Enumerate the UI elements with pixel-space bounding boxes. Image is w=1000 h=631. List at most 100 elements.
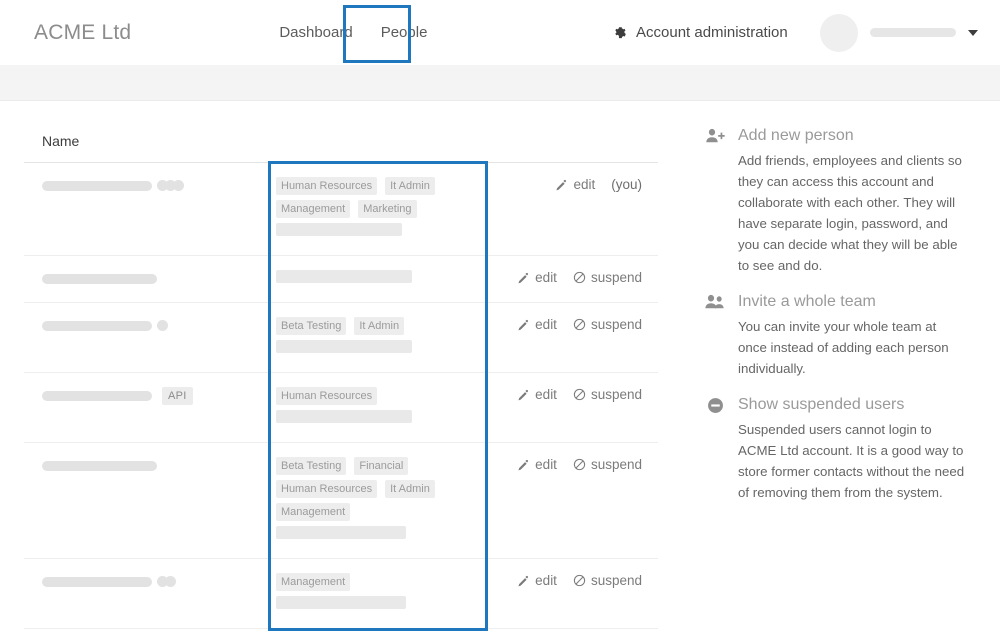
person-name-redacted (42, 461, 157, 471)
person-name-redacted (42, 274, 157, 284)
suspend-action[interactable]: suspend (573, 457, 642, 472)
edit-action[interactable]: edit (518, 573, 557, 588)
cell-tags: Human Resources It Admin Management Marketi… (268, 163, 484, 255)
cell-tags: Management (268, 559, 484, 628)
tag-chip[interactable]: Human Resources (276, 387, 378, 405)
cell-tags: Beta Testing It Admin (268, 303, 484, 372)
show-suspended-users-body: Suspended users cannot login to ACME Ltd… (738, 422, 965, 500)
cell-person-name (24, 559, 268, 628)
api-badge: API (162, 387, 193, 405)
sidebar-item-add-new-person[interactable]: Add new person Add friends, employees an… (704, 127, 1000, 276)
top-navigation-bar: ACME Ltd Dashboard People Account admini… (0, 0, 1000, 65)
suspend-label: suspend (590, 270, 642, 285)
tag-redacted (276, 410, 412, 423)
show-suspended-users-header[interactable]: Show suspended users (704, 396, 1000, 414)
cell-actions: edit suspend (484, 373, 658, 442)
edit-action[interactable]: edit (518, 270, 557, 285)
sub-header-band (0, 65, 1000, 101)
tag-chip[interactable]: It Admin (354, 317, 405, 335)
tag-chip[interactable]: Management (276, 200, 351, 218)
tag-chip[interactable]: It Admin (385, 177, 435, 195)
nav-item-dashboard[interactable]: Dashboard (265, 0, 366, 65)
help-sidebar: Add new person Add friends, employees an… (704, 101, 1000, 629)
people-table: Name Human Resources It Admin Management Ma… (24, 101, 658, 631)
cell-actions: edit suspend (484, 443, 658, 558)
tag-list: Beta Testing It Admin (276, 317, 474, 358)
cell-person-name (24, 303, 268, 372)
cell-actions: edit suspend (484, 303, 658, 372)
edit-action[interactable]: edit (556, 177, 595, 192)
suspend-label: suspend (590, 573, 642, 588)
user-menu[interactable] (820, 0, 978, 65)
person-status-dots (157, 320, 168, 331)
sidebar-item-show-suspended-users[interactable]: Show suspended users Suspended users can… (704, 396, 1000, 503)
tag-chip[interactable]: Management (276, 503, 351, 521)
tag-chip[interactable]: Human Resources (276, 480, 378, 498)
users-icon (704, 294, 726, 310)
cell-tags: Human Resources (268, 373, 484, 442)
tag-redacted (276, 596, 406, 609)
edit-label: edit (535, 573, 557, 588)
person-name-redacted (42, 391, 152, 401)
tag-list: Human Resources (276, 387, 474, 428)
tag-list (276, 270, 474, 288)
tag-redacted (276, 270, 412, 283)
add-new-person-header[interactable]: Add new person (704, 127, 1000, 145)
person-status-dots (157, 180, 184, 191)
tag-redacted (276, 526, 406, 539)
suspend-action[interactable]: suspend (573, 573, 642, 588)
tag-chip[interactable]: Beta Testing (276, 317, 347, 335)
nav-item-people[interactable]: People (367, 0, 442, 65)
user-name-redacted (870, 28, 956, 37)
table-row: Beta Testing It Admin edit suspend (24, 303, 658, 373)
edit-action[interactable]: edit (518, 387, 557, 402)
tag-chip[interactable]: It Admin (385, 480, 435, 498)
minus-circle-icon (704, 397, 726, 414)
tag-chip[interactable]: Financial (354, 457, 409, 475)
edit-action[interactable]: edit (518, 317, 557, 332)
cell-tags (268, 256, 484, 302)
edit-action[interactable]: edit (518, 457, 557, 472)
suspend-action[interactable]: suspend (573, 270, 642, 285)
invite-team-title: Invite a whole team (738, 293, 876, 310)
cell-person-name (24, 163, 268, 255)
edit-label: edit (535, 270, 557, 285)
table-row: Beta Testing Financial Human Resources It A… (24, 443, 658, 559)
table-row: API Human Resources edit suspend (24, 373, 658, 443)
table-row: edit suspend (24, 256, 658, 303)
edit-label: edit (535, 387, 557, 402)
edit-label: edit (535, 457, 557, 472)
cell-person-name (24, 443, 268, 558)
sidebar-item-invite-team[interactable]: Invite a whole team You can invite your … (704, 293, 1000, 379)
page-content: Name Human Resources It Admin Management Ma… (0, 101, 1000, 631)
table-row: Management edit suspend (24, 559, 658, 629)
person-name-redacted (42, 321, 152, 331)
tag-redacted (276, 223, 402, 236)
table-body: Human Resources It Admin Management Marketi… (24, 163, 658, 629)
cell-actions: edit suspend (484, 559, 658, 628)
suspend-action[interactable]: suspend (573, 387, 642, 402)
column-header-name: Name (24, 101, 658, 163)
account-administration-label: Account administration (636, 24, 788, 41)
person-status-dots (157, 576, 176, 587)
add-new-person-title: Add new person (738, 127, 854, 144)
avatar (820, 13, 858, 52)
status-dot (173, 180, 184, 191)
chevron-down-icon[interactable] (968, 29, 978, 36)
person-name-redacted (42, 181, 152, 191)
invite-team-header[interactable]: Invite a whole team (704, 293, 1000, 311)
tag-chip[interactable]: Human Resources (276, 177, 378, 195)
account-administration-link[interactable]: Account administration (612, 0, 788, 65)
tag-chip[interactable]: Marketing (358, 200, 417, 218)
cell-tags: Beta Testing Financial Human Resources It A… (268, 443, 484, 558)
tag-chip[interactable]: Management (276, 573, 351, 591)
cell-person-name: API (24, 373, 268, 442)
cell-actions: edit suspend (484, 256, 658, 302)
tag-list: Beta Testing Financial Human Resources It A… (276, 457, 474, 544)
suspend-action[interactable]: suspend (573, 317, 642, 332)
edit-label: edit (573, 177, 596, 192)
tag-chip[interactable]: Beta Testing (276, 457, 347, 475)
cell-actions: edit (you) (484, 163, 658, 255)
suspend-label: suspend (590, 317, 642, 332)
tag-list: Human Resources It Admin Management Marketi… (276, 177, 474, 241)
